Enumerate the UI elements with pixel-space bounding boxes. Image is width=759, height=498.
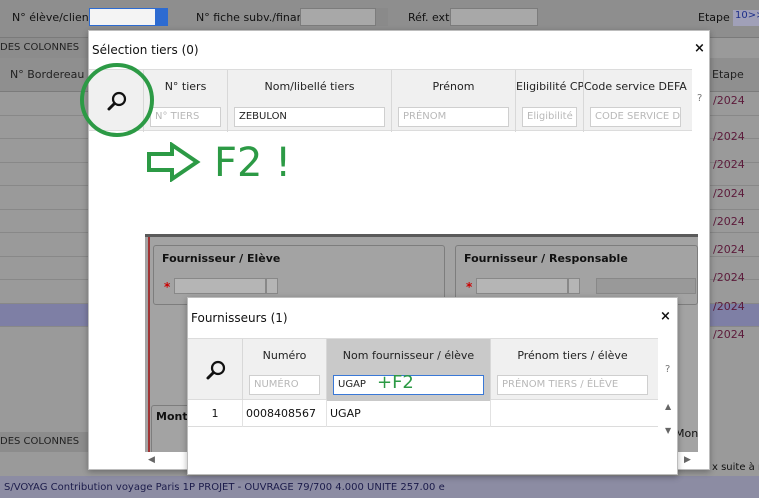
row-date: /2024 <box>713 328 745 341</box>
col-code-service-header: Code service DEFAU <box>584 80 687 93</box>
fiche-subv-label: N° fiche subv./financ. <box>196 11 314 24</box>
fournisseur-responsable-label: Fournisseur / Responsable <box>464 252 628 265</box>
fournisseur-responsable-panel: Fournisseur / Responsable * <box>455 245 698 305</box>
eleve-client-list-button[interactable] <box>156 8 168 26</box>
prenom-filter[interactable]: PRÉNOM <box>398 107 509 127</box>
fournisseur-eleve-input[interactable] <box>174 278 266 294</box>
ref-ext-label: Réf. ext. <box>408 11 453 24</box>
eleve-client-label: N° élève/client <box>12 11 94 24</box>
ref-ext-input[interactable] <box>450 8 538 26</box>
row-index: 1 <box>211 407 219 420</box>
montant-label: Mont <box>156 410 188 423</box>
num-tiers-filter[interactable]: N° TIERS <box>150 107 221 127</box>
header-bordereau: N° Bordereau <box>10 68 85 81</box>
red-divider <box>148 237 150 452</box>
columns-button-bottom-label: DES COLONNES <box>0 436 80 447</box>
col-prenom-tiers-header: Prénom tiers / élève <box>517 349 628 362</box>
fournisseur-responsable-list-button[interactable] <box>568 278 580 294</box>
fournisseur-eleve-panel: Fournisseur / Elève * <box>153 245 445 305</box>
required-star: * <box>164 280 171 294</box>
row-nom: UGAP <box>326 400 490 427</box>
help-icon[interactable]: ? <box>665 364 670 375</box>
close-icon[interactable]: × <box>694 41 705 56</box>
col-numero: Numéro NUMÉRO <box>242 339 326 401</box>
row-prenom <box>490 400 654 427</box>
dialog-title: Fournisseurs (1) <box>191 311 288 325</box>
dialog-count: (0) <box>181 43 199 57</box>
header-etape: Etape <box>712 68 744 81</box>
search-icon <box>206 360 226 380</box>
columns-button[interactable]: DES COLONNES <box>0 38 90 58</box>
scroll-down-icon[interactable]: ▼ <box>665 426 671 435</box>
columns-button-label: DES COLONNES <box>0 42 80 53</box>
eligibilite-filter[interactable]: Eligibilité CPF <box>522 107 577 127</box>
dialog-title: Sélection tiers (0) <box>92 43 199 57</box>
columns-button-bottom[interactable]: DES COLONNES <box>0 432 90 452</box>
dialog-title-text: Fournisseurs <box>191 311 267 325</box>
search-button[interactable] <box>188 339 242 401</box>
dialog-title-text: Sélection tiers <box>92 43 178 57</box>
bottom-row: S/VOYAG Contribution voyage Paris 1P PRO… <box>0 476 759 498</box>
col-nom-fournisseur-header: Nom fournisseur / élève <box>342 349 475 362</box>
etape-label: Etape <box>698 11 730 24</box>
row-date: /2024 <box>713 300 745 313</box>
col-num-tiers-header: N° tiers <box>164 80 207 93</box>
code-service-filter[interactable]: CODE SERVICE D <box>590 107 681 127</box>
col-eligibilite: Eligibilité CPF Eligibilité CPF <box>515 70 583 132</box>
f2-small-annotation: +F2 <box>377 372 414 393</box>
suite-text: x suite à r <box>712 462 759 473</box>
help-icon[interactable]: ? <box>697 93 702 104</box>
tiers-grid-header: N° tiers N° TIERS Nom/libellé tiers ZEBU… <box>89 69 692 132</box>
row-date: /2024 <box>713 94 745 107</box>
fournisseurs-grid-header: Numéro NUMÉRO Nom fournisseur / élève UG… <box>188 338 658 401</box>
fournisseurs-dialog: Fournisseurs (1) × Numéro NUMÉRO Nom fou… <box>187 297 678 475</box>
fournisseur-responsable-name <box>596 278 696 294</box>
nom-tiers-filter[interactable]: ZEBULON <box>234 107 385 127</box>
col-numero-header: Numéro <box>262 349 307 362</box>
row-date: /2024 <box>713 215 745 228</box>
fournisseur-eleve-label: Fournisseur / Elève <box>162 252 281 265</box>
etape-value[interactable]: 10>> <box>733 10 759 26</box>
scroll-left-icon[interactable]: ◀ <box>148 455 155 465</box>
row-numero: 0008408567 <box>242 400 326 427</box>
col-prenom-tiers: Prénom tiers / élève PRÉNOM TIERS / ÉLÈV… <box>490 339 654 401</box>
col-prenom: Prénom PRÉNOM <box>391 70 515 132</box>
col-nom-tiers: Nom/libellé tiers ZEBULON <box>227 70 391 132</box>
col-num-tiers: N° tiers N° TIERS <box>143 70 227 132</box>
table-row[interactable]: 1 0008408567 UGAP <box>188 400 658 427</box>
montant-panel: Mont <box>151 405 191 452</box>
fiche-subv-input[interactable] <box>300 8 376 26</box>
row-date: /2024 <box>713 271 745 284</box>
prenom-tiers-filter[interactable]: PRÉNOM TIERS / ÉLÈVE <box>497 375 648 395</box>
close-icon[interactable]: × <box>660 309 671 324</box>
col-prenom-header: Prénom <box>432 80 475 93</box>
scroll-right-icon[interactable]: ▶ <box>684 455 691 465</box>
f2-annotation: F2 ! <box>214 140 292 186</box>
highlight-circle <box>80 63 154 137</box>
numero-filter[interactable]: NUMÉRO <box>249 375 320 395</box>
required-star: * <box>466 280 473 294</box>
vertical-scrollbar[interactable]: ▲ ▼ <box>664 402 676 435</box>
bottom-row-text: S/VOYAG Contribution voyage Paris 1P PRO… <box>4 482 445 493</box>
row-date: /2024 <box>713 243 745 256</box>
scroll-up-icon[interactable]: ▲ <box>665 402 671 411</box>
col-eligibilite-header: Eligibilité CPF <box>516 80 583 93</box>
fournisseur-eleve-list-button[interactable] <box>266 278 278 294</box>
row-date: /2024 <box>713 187 745 200</box>
row-date: /2024 <box>713 130 745 143</box>
montant-label-right: Mont <box>675 427 698 440</box>
fiche-subv-list-button[interactable] <box>376 8 388 26</box>
arrow-icon <box>147 142 201 182</box>
col-code-service: Code service DEFAU CODE SERVICE D <box>583 70 687 132</box>
eleve-client-input[interactable] <box>89 8 156 26</box>
row-date: /2024 <box>713 158 745 171</box>
dialog-count: (1) <box>270 311 288 325</box>
fournisseur-responsable-input[interactable] <box>476 278 568 294</box>
col-nom-tiers-header: Nom/libellé tiers <box>264 80 355 93</box>
